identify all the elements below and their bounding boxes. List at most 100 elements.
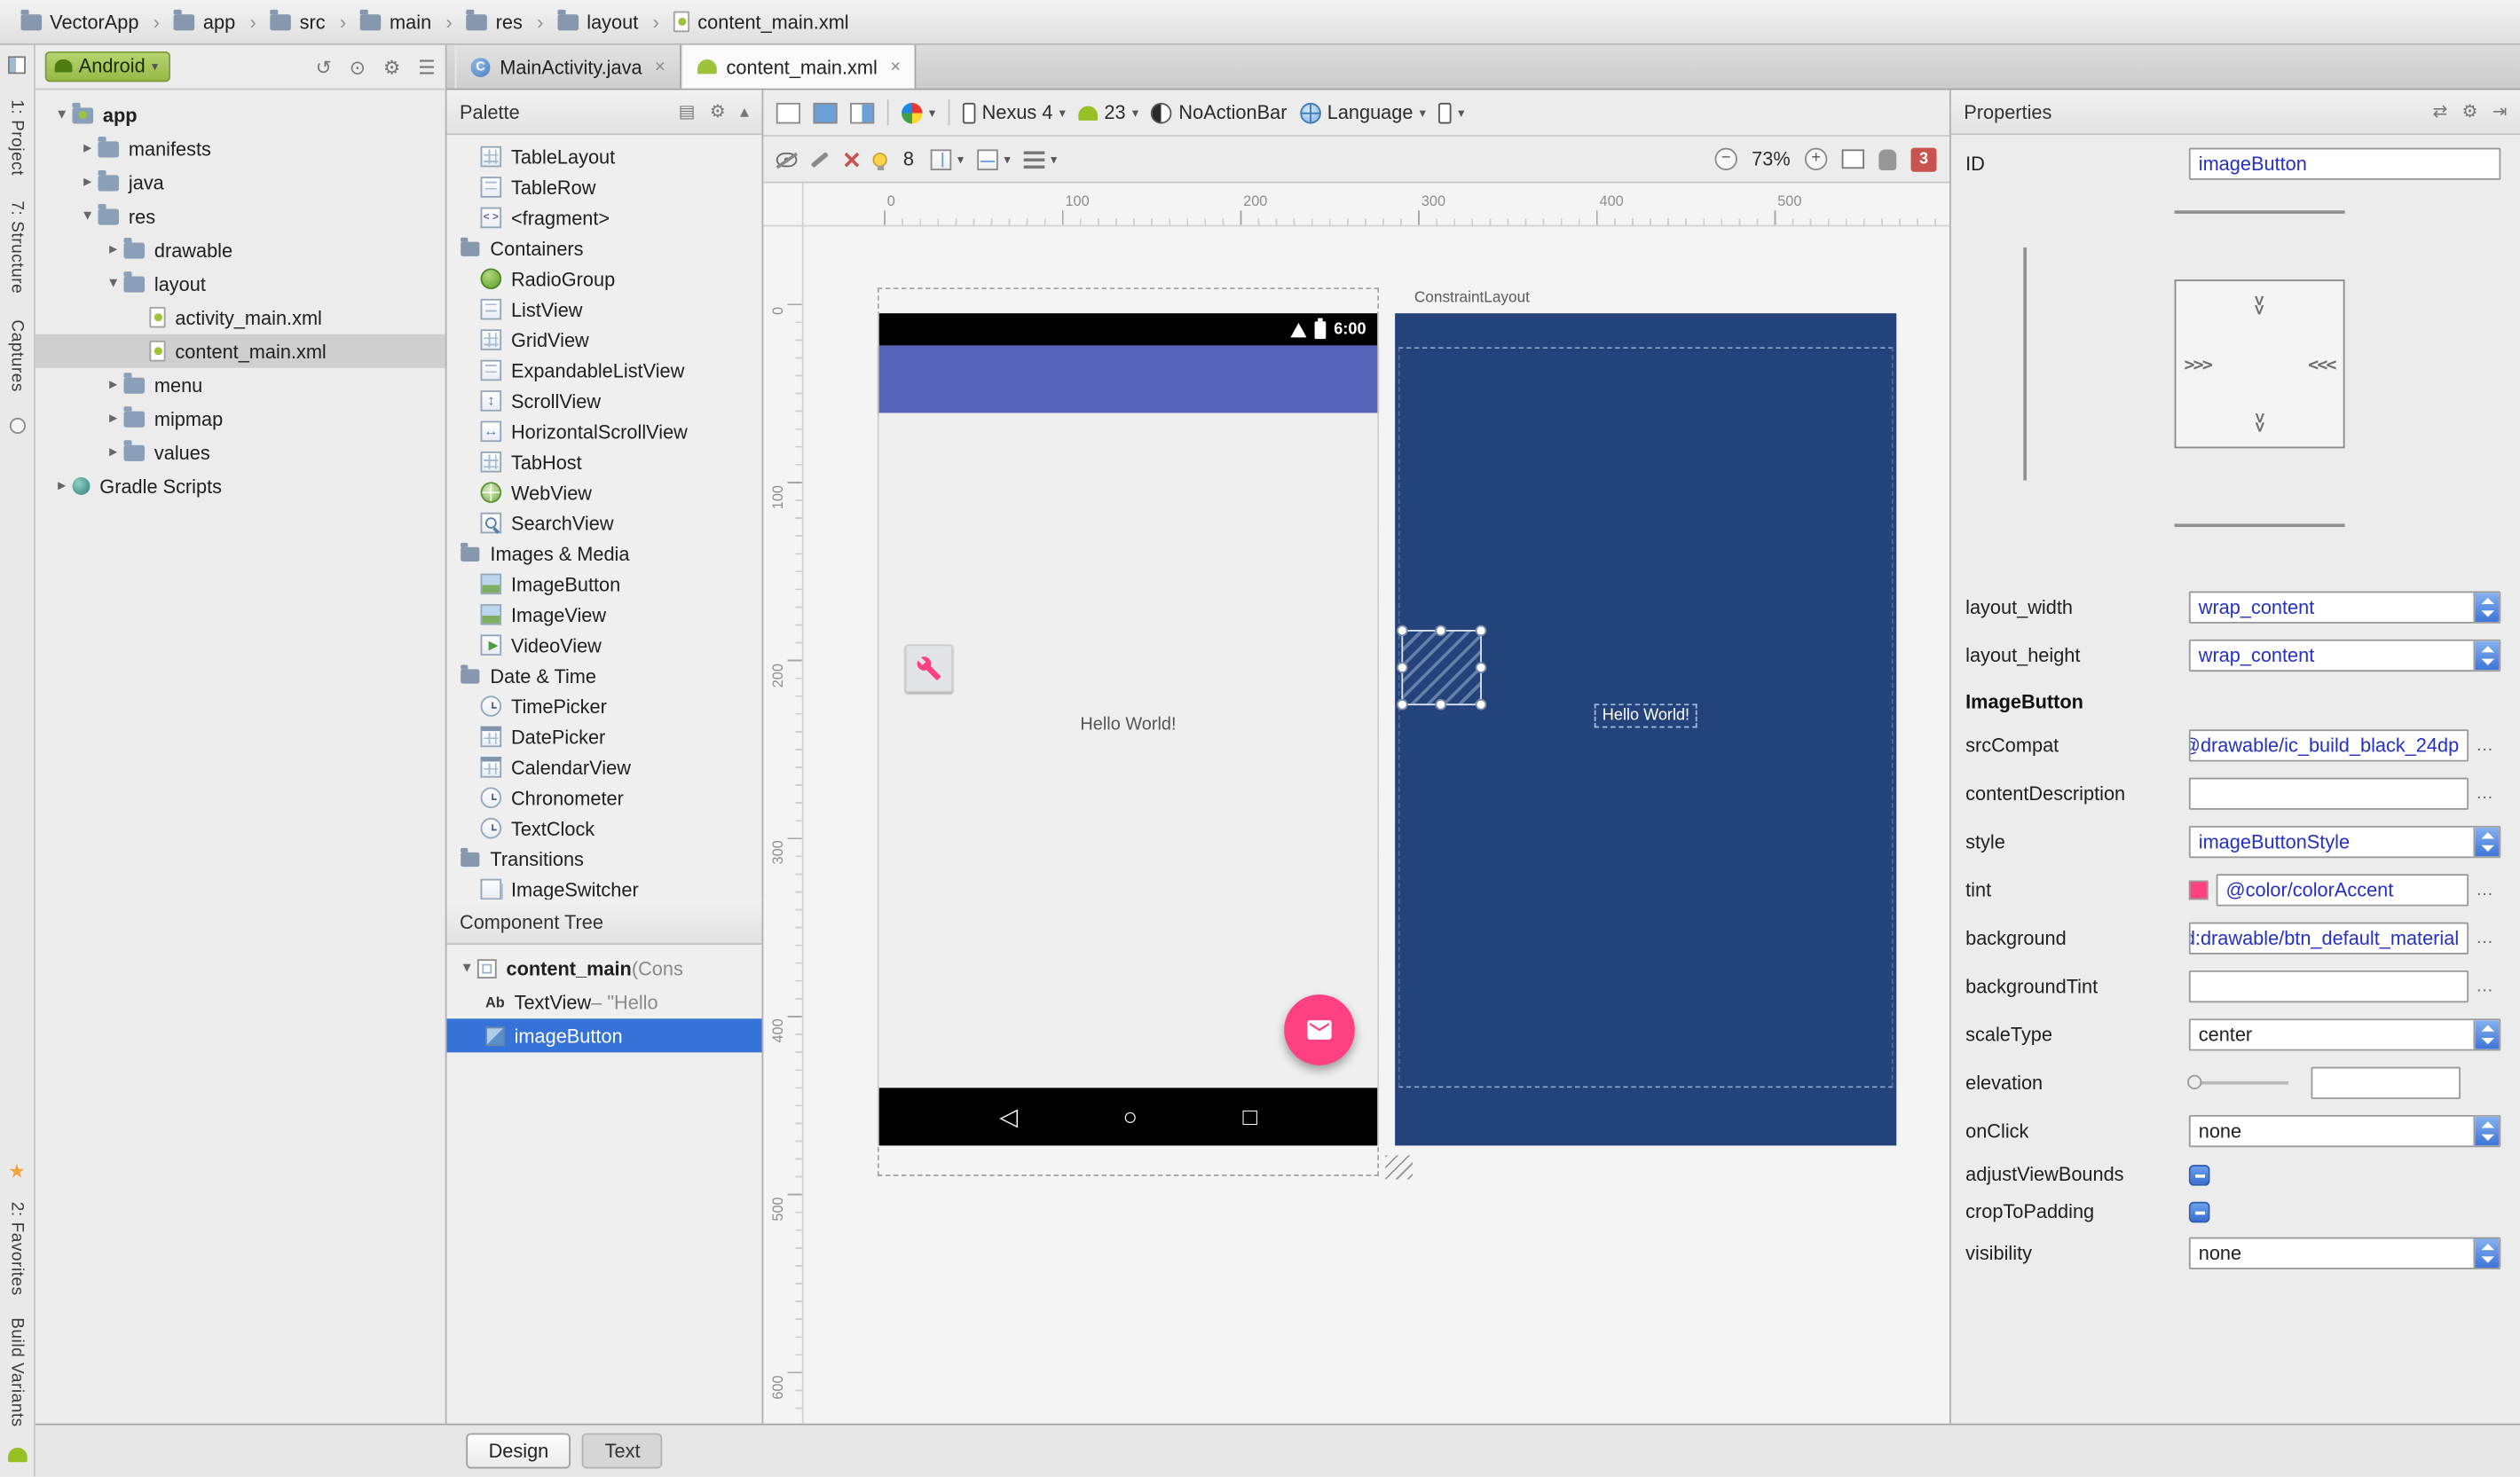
selection-handle[interactable] [1396, 625, 1408, 637]
palette-item-tablelayout[interactable]: TableLayout [447, 141, 762, 171]
gear-icon[interactable]: ⚙ [383, 55, 400, 77]
recents-icon[interactable]: □ [1242, 1103, 1256, 1130]
palette-item-timepicker[interactable]: TimePicker [447, 691, 762, 721]
selection-handle[interactable] [1396, 661, 1408, 672]
tab-design[interactable]: Design [466, 1433, 571, 1469]
expand-arrow[interactable]: ▸ [103, 241, 124, 259]
gear-icon[interactable]: ⚙ [2462, 101, 2478, 122]
back-icon[interactable]: ◁ [999, 1102, 1018, 1131]
project-view-selector[interactable]: Android ▾ [44, 51, 171, 82]
fab-email-button[interactable] [1284, 994, 1355, 1065]
value-field[interactable]: @color/colorAccent [2216, 874, 2469, 907]
checkbox-adjustviewbounds[interactable] [2188, 1164, 2210, 1185]
palette-item-expandablelistview[interactable]: ExpandableListView [447, 355, 762, 385]
autoconnect-icon[interactable] [810, 151, 829, 168]
palette-item-fragment[interactable]: <fragment> [447, 202, 762, 232]
locale-selector[interactable]: Language ▾ [1299, 101, 1426, 123]
palette-item-chronometer[interactable]: Chronometer [447, 782, 762, 813]
palette-item-searchview[interactable]: SearchView [447, 507, 762, 538]
expand-arrow[interactable]: ▾ [77, 208, 98, 225]
expand-arrow[interactable]: ▾ [51, 106, 73, 124]
layout-height-dropdown[interactable]: wrap_content [2188, 639, 2501, 672]
project-item-drawable[interactable]: ▸ drawable [35, 233, 445, 267]
blueprint-preview[interactable]: Hello World! [1395, 313, 1897, 1146]
selection-handle[interactable] [1435, 698, 1447, 711]
guidelines-menu[interactable]: ▾ [930, 148, 964, 170]
slider-thumb[interactable] [2187, 1074, 2202, 1090]
top-margin-line[interactable] [2174, 210, 2345, 214]
close-tab-icon[interactable]: × [890, 57, 901, 76]
value-field[interactable] [2311, 1066, 2461, 1099]
selection-handle[interactable] [1475, 625, 1487, 637]
component-textview[interactable]: Ab TextView – "Hello [447, 985, 762, 1018]
expand-arrow[interactable]: ▸ [51, 477, 73, 495]
project-item-content-main-xml[interactable]: content_main.xml [35, 334, 445, 368]
value-field[interactable] [2188, 970, 2469, 1003]
hide-panel-icon[interactable]: ⇥ [2492, 101, 2508, 122]
expand-arrow[interactable]: ▾ [456, 959, 477, 977]
project-item-mipmap[interactable]: ▸ mipmap [35, 402, 445, 436]
palette-item-webview[interactable]: WebView [447, 477, 762, 507]
project-item-activity-main-xml[interactable]: activity_main.xml [35, 301, 445, 334]
home-icon[interactable]: ○ [1123, 1103, 1138, 1130]
textview-hello-world[interactable]: Hello World! [1080, 715, 1176, 735]
infer-constraints-icon[interactable] [872, 152, 887, 170]
gear-icon[interactable]: ⚙ [710, 101, 726, 122]
tab-text[interactable]: Text [582, 1433, 663, 1469]
color-swatch[interactable] [2188, 880, 2209, 900]
bottom-margin-line[interactable] [2174, 523, 2345, 528]
breadcrumb-main[interactable]: main [356, 7, 437, 36]
api-level-selector[interactable]: 23 ▾ [1078, 101, 1138, 123]
zoom-in-button[interactable]: + [1805, 147, 1828, 170]
dropdown-onclick[interactable]: none [2188, 1114, 2501, 1148]
constraint-widget-box[interactable]: >> >>> <<< << [2174, 279, 2345, 449]
expand-arrow[interactable]: ▸ [103, 376, 124, 394]
palette-item-datepicker[interactable]: DatePicker [447, 721, 762, 751]
more-button[interactable]: … [2469, 929, 2500, 948]
design-mode-icon[interactable] [776, 102, 800, 123]
design-preview[interactable]: 6:00 Hello World! ◁ ○ □ [877, 313, 1380, 1146]
imagebutton-wrench[interactable] [904, 644, 954, 693]
selection-handle[interactable] [1475, 698, 1487, 711]
project-item-layout[interactable]: ▾ layout [35, 267, 445, 301]
blueprint-textview[interactable]: Hello World! [1594, 703, 1698, 728]
expand-arrow[interactable]: ▸ [77, 140, 98, 158]
palette-item-tablerow[interactable]: TableRow [447, 172, 762, 202]
theme-selector[interactable]: ▾ [902, 102, 935, 123]
selection-handle[interactable] [1396, 698, 1408, 711]
expand-arrow[interactable]: ▸ [103, 410, 124, 428]
palette-item-radiogroup[interactable]: RadioGroup [447, 263, 762, 294]
design-canvas[interactable]: 0 100 200 300 400 500 0 100 200 300 400 500 600 6:0… [763, 183, 1950, 1424]
menu-icon[interactable]: ☰ [418, 55, 435, 77]
project-item-res[interactable]: ▾ res [35, 200, 445, 233]
breadcrumb-res[interactable]: res [462, 7, 528, 36]
left-margin-line[interactable] [2023, 247, 2027, 481]
id-field[interactable]: imageButton [2188, 147, 2501, 180]
locate-icon[interactable]: ⊙ [350, 55, 366, 77]
breadcrumb-src[interactable]: src [266, 7, 330, 36]
close-tab-icon[interactable]: × [655, 57, 665, 76]
layout-width-dropdown[interactable]: wrap_content [2188, 591, 2501, 624]
palette-item-listview[interactable]: ListView [447, 294, 762, 324]
zoom-out-button[interactable]: − [1714, 147, 1737, 170]
palette-item-videoview[interactable]: VideoView [447, 630, 762, 660]
more-button[interactable]: … [2469, 977, 2500, 996]
project-item-manifests[interactable]: ▸ manifests [35, 132, 445, 166]
palette-item-horizontalscrollview[interactable]: HorizontalScrollView [447, 416, 762, 446]
error-count-badge[interactable]: 3 [1910, 146, 1937, 171]
elevation-slider[interactable] [2187, 1074, 2289, 1090]
palette-item-textclock[interactable]: TextClock [447, 813, 762, 843]
project-item-menu[interactable]: ▸ menu [35, 368, 445, 402]
blueprint-mode-icon[interactable] [813, 102, 838, 123]
app-theme-selector[interactable]: NoActionBar [1151, 101, 1287, 123]
breadcrumb-app[interactable]: app [169, 7, 240, 36]
collapse-icon[interactable]: ▴ [740, 101, 749, 122]
checkbox-croptopadding[interactable] [2188, 1200, 2210, 1222]
component-content-main[interactable]: ▾ content_main (Cons [447, 951, 762, 985]
value-field[interactable]: @drawable/ic_build_black_24dp [2188, 729, 2469, 762]
value-field[interactable] [2188, 777, 2469, 810]
expand-arrow[interactable]: ▾ [103, 275, 124, 293]
align-menu[interactable]: ▾ [1023, 150, 1057, 169]
expand-arrow[interactable]: ▸ [103, 444, 124, 461]
more-button[interactable]: … [2469, 784, 2500, 804]
